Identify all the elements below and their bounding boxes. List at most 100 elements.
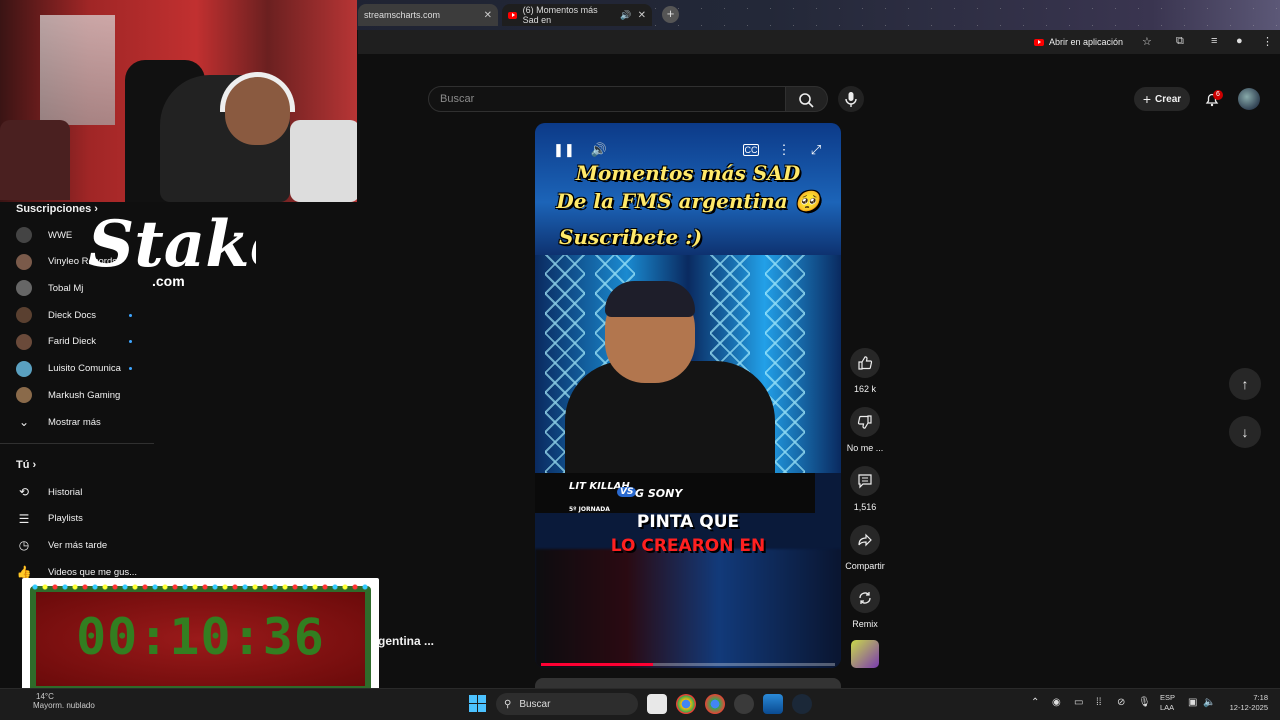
tab-youtube[interactable]: (6) Momentos más Sad en 🔊 ✕ [502,4,652,26]
search-icon: ⚲ [504,698,512,710]
subscription-item[interactable]: Luisito Comunica [0,356,154,382]
pause-icon[interactable]: ❚❚ [553,141,575,159]
channel-avatar [16,227,32,243]
lang-code: ESP [1160,693,1176,702]
clock-time: 7:18 [1253,693,1268,702]
file-explorer-icon[interactable] [647,694,667,714]
browser-menu-icon[interactable]: ⋮ [1262,35,1273,48]
youtube-favicon-icon [508,11,517,19]
more-options-icon[interactable]: ⋮ [775,141,793,159]
new-content-dot [129,367,132,370]
media-icon[interactable]: ≡ [1211,35,1217,47]
next-short-button[interactable]: ↓ [1229,416,1261,448]
video-title-line1: Momentos más SAD [575,161,801,185]
like-button[interactable]: 162 k [846,348,884,394]
video-caption-line2: LO CREARON EN [610,536,766,556]
video-progress-fill [541,663,653,666]
volume-icon[interactable]: 🔊 [590,141,608,159]
taskbar-search[interactable]: ⚲ Buscar [496,693,638,715]
obs-icon[interactable] [734,694,754,714]
chrome-icon[interactable] [676,694,696,714]
short-video-player[interactable]: ❚❚ 🔊 CC ⋮ ⤢ Momentos más SAD De la FMS a… [535,123,841,668]
comment-icon [850,466,880,496]
remix-button[interactable]: Remix [846,583,884,629]
captions-icon[interactable]: CC [743,144,759,156]
video-title-line2: De la FMS argentina 🥺 [556,189,820,213]
lang-layout: LAA [1160,703,1175,712]
header-strip [358,54,1280,80]
remix-icon [850,583,880,613]
you-item[interactable]: ◷ Ver más tarde [0,532,154,558]
windows-start-icon[interactable] [469,695,486,712]
tray-grid-icon[interactable]: ⁞⁞ [1096,697,1102,708]
system-clock[interactable]: 7:18 12-12-2025 [1222,693,1268,713]
photos-icon[interactable] [763,694,783,714]
tray-app-icon[interactable]: ▭ [1074,697,1083,708]
you-item[interactable]: ☰ Playlists [0,506,154,532]
profile-icon[interactable]: ● [1236,35,1243,47]
speaker-icon[interactable]: 🔈 [1203,697,1215,708]
comments-button[interactable]: 1,516 [846,466,884,512]
weather-widget[interactable]: 14°C Mayorm. nublado [12,692,95,710]
show-more-label: Mostrar más [48,416,101,428]
show-more-button[interactable]: ⌄ Mostrar más [0,409,154,435]
account-avatar[interactable] [1238,88,1260,110]
you-item[interactable]: ⟲ Historial [0,479,154,505]
tray-chevron-icon[interactable]: ⌃ [1031,697,1039,708]
mic-icon[interactable]: 🎙 [1138,697,1151,708]
stake-brand-text: Stake [88,207,256,282]
steam-icon[interactable] [792,694,812,714]
comment-count: 1,516 [853,502,877,512]
you-heading[interactable]: Tú › [16,459,36,471]
next-video-preview[interactable] [535,678,841,688]
youtube-icon [1034,38,1044,46]
extensions-icon[interactable]: ⧉ [1176,35,1184,48]
tab-streamscharts[interactable]: streamscharts.com ✕ [358,4,498,26]
close-tab-icon[interactable]: ✕ [484,10,492,21]
search-button[interactable] [786,86,828,112]
open-in-app-label: Abrir en aplicación [1049,37,1124,47]
clock-date: 12-12-2025 [1229,703,1268,712]
christmas-lights [30,582,371,592]
video-progress-bar[interactable] [541,663,835,666]
dislike-button[interactable]: No me ... [846,407,884,453]
discord-icon[interactable]: ◉ [1052,697,1061,708]
battle-right-name: G SONY [635,487,683,500]
search-icon [799,93,814,108]
voice-search-button[interactable] [838,86,864,112]
previous-short-button[interactable]: ↑ [1229,368,1261,400]
playlist-icon: ☰ [18,511,30,526]
divider [0,443,154,444]
subscription-item[interactable]: Dieck Docs [0,302,154,328]
create-label: Crear [1155,93,1182,105]
open-in-app-button[interactable]: Abrir en aplicación [1034,33,1123,51]
subscription-label: Dieck Docs [48,309,97,321]
arrow-up-icon: ↑ [1241,376,1249,392]
create-button[interactable]: + Crear [1134,87,1190,111]
video-title-partial: gentina ... [378,634,435,648]
channel-avatar [16,280,32,297]
new-tab-button[interactable]: + [662,6,679,23]
battle-vs: VS [617,487,637,497]
audio-icon[interactable]: 🔊 [620,10,631,21]
share-icon [850,525,880,555]
share-button[interactable]: Compartir [840,525,890,571]
sound-thumbnail[interactable] [851,640,879,668]
chrome-active-icon[interactable] [705,694,725,714]
network-off-icon[interactable]: ⊘ [1117,697,1125,708]
plus-icon: + [1142,91,1152,107]
video-title-line3: Suscribete :) [559,225,703,249]
weather-temp: 14°C [36,692,54,701]
subscription-item[interactable]: Markush Gaming [0,382,154,408]
notification-badge: 6 [1213,90,1223,100]
windows-taskbar [0,688,1280,720]
language-indicator[interactable]: ESP LAA [1160,693,1175,713]
clock-icon: ◷ [18,538,30,553]
fullscreen-icon[interactable]: ⤢ [807,141,825,159]
subscription-item[interactable]: Farid Dieck [0,329,154,355]
search-input[interactable]: Buscar [428,86,786,112]
bookmark-star-icon[interactable]: ☆ [1142,35,1152,48]
close-tab-icon[interactable]: ✕ [638,10,646,21]
display-icon[interactable]: ▣ [1188,697,1197,708]
you-item-label: Historial [48,486,83,498]
